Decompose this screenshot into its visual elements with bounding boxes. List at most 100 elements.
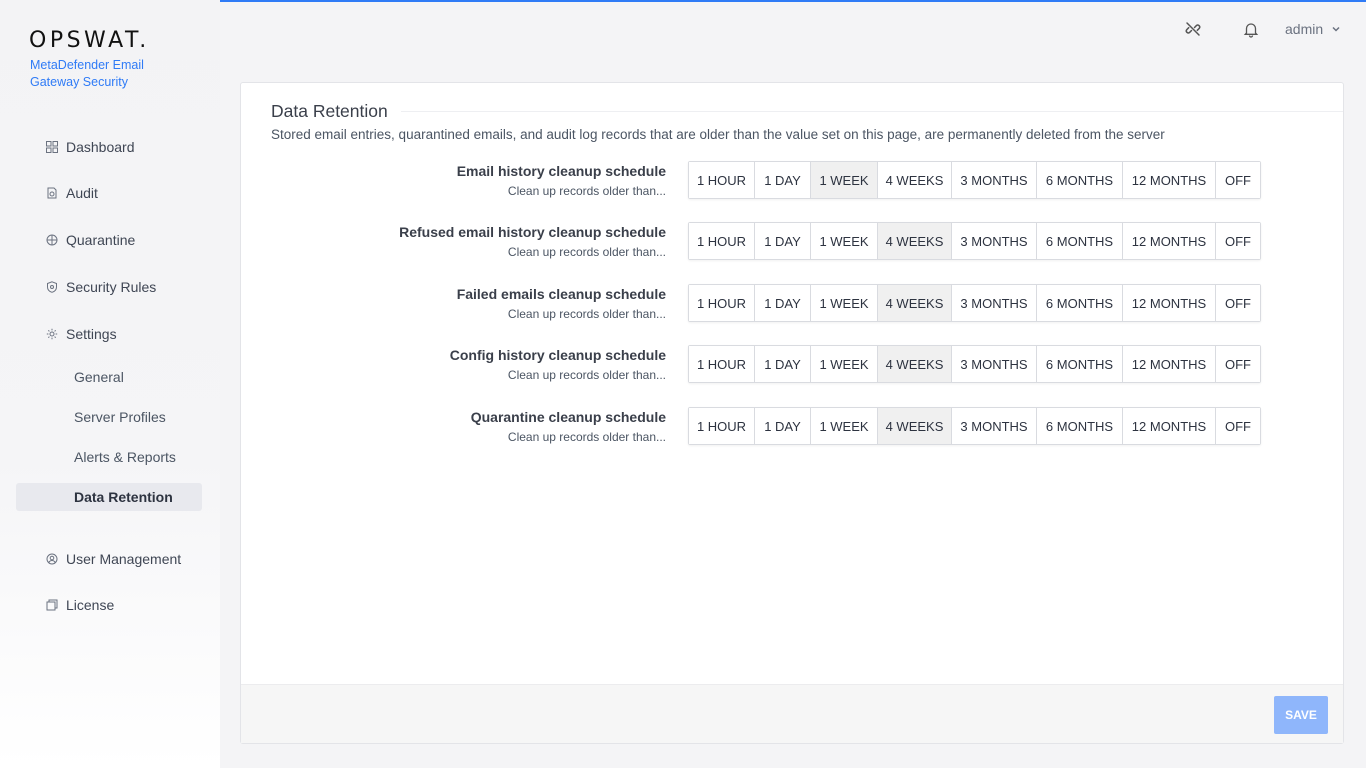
retention-option-1-hour[interactable]: 1 HOUR (689, 408, 755, 444)
row-sublabel: Clean up records older than... (507, 307, 666, 321)
retention-option-4-weeks[interactable]: 4 WEEKS (878, 162, 952, 198)
data-retention-card: Data Retention Stored email entries, qua… (240, 82, 1344, 744)
broken-link-icon[interactable] (1184, 20, 1202, 38)
row-sublabel: Clean up records older than... (507, 368, 666, 382)
retention-option-6-months[interactable]: 6 MONTHS (1037, 408, 1123, 444)
sidebar-item-label: Quarantine (66, 232, 136, 248)
retention-option-off[interactable]: OFF (1216, 408, 1260, 444)
sidebar-subitem-general[interactable]: General (74, 369, 124, 385)
sidebar-item-user-management[interactable]: User Management (46, 548, 181, 570)
retention-option-3-months[interactable]: 3 MONTHS (952, 408, 1037, 444)
retention-option-1-hour[interactable]: 1 HOUR (689, 162, 755, 198)
bell-icon[interactable] (1242, 20, 1260, 38)
retention-option-off[interactable]: OFF (1216, 162, 1260, 198)
retention-option-1-week[interactable]: 1 WEEK (811, 223, 878, 259)
user-menu[interactable]: admin (1285, 21, 1341, 37)
sidebar: OPSWAT. MetaDefender Email Gateway Secur… (0, 0, 220, 768)
sidebar-item-label: Audit (66, 185, 98, 201)
retention-segmented-control: 1 HOUR 1 DAY 1 WEEK 4 WEEKS 3 MONTHS 6 MONTHS… (688, 161, 1261, 199)
retention-segmented-control: 1 HOUR 1 DAY 1 WEEK 4 WEEKS 3 MONTHS 6 MONTHS… (688, 345, 1261, 383)
retention-option-1-day[interactable]: 1 DAY (755, 408, 811, 444)
row-label: Email history cleanup schedule (456, 163, 666, 179)
retention-option-1-day[interactable]: 1 DAY (755, 285, 811, 321)
sidebar-item-label: User Management (66, 551, 182, 567)
row-label: Quarantine cleanup schedule (470, 409, 666, 425)
sidebar-item-label: Security Rules (66, 279, 157, 295)
row-label: Refused email history cleanup schedule (399, 224, 666, 240)
cleanup-row: Quarantine cleanup schedule Clean up reco… (241, 407, 1345, 448)
retention-option-1-week[interactable]: 1 WEEK (811, 408, 878, 444)
retention-segmented-control: 1 HOUR 1 DAY 1 WEEK 4 WEEKS 3 MONTHS 6 MONTHS… (688, 407, 1261, 445)
retention-option-12-months[interactable]: 12 MONTHS (1123, 285, 1216, 321)
retention-option-1-day[interactable]: 1 DAY (755, 162, 811, 198)
retention-option-6-months[interactable]: 6 MONTHS (1037, 162, 1123, 198)
sidebar-item-dashboard[interactable]: Dashboard (46, 136, 135, 158)
retention-option-6-months[interactable]: 6 MONTHS (1037, 223, 1123, 259)
retention-option-12-months[interactable]: 12 MONTHS (1123, 223, 1216, 259)
retention-segmented-control: 1 HOUR 1 DAY 1 WEEK 4 WEEKS 3 MONTHS 6 MONTHS… (688, 284, 1261, 322)
card-footer: SAVE (241, 684, 1343, 743)
retention-option-1-hour[interactable]: 1 HOUR (689, 346, 755, 382)
sidebar-item-settings[interactable]: Settings (46, 323, 117, 345)
cleanup-row: Refused email history cleanup schedule Cl… (241, 222, 1345, 263)
retention-option-4-weeks[interactable]: 4 WEEKS (878, 346, 952, 382)
save-button[interactable]: SAVE (1274, 696, 1328, 734)
sidebar-item-label: Settings (66, 326, 117, 342)
shield-icon (46, 281, 58, 293)
user-circle-icon (46, 553, 58, 565)
dashboard-grid-icon (46, 141, 58, 153)
retention-option-off[interactable]: OFF (1216, 346, 1260, 382)
retention-option-3-months[interactable]: 3 MONTHS (952, 346, 1037, 382)
sidebar-item-security-rules[interactable]: Security Rules (46, 276, 156, 298)
retention-option-1-day[interactable]: 1 DAY (755, 223, 811, 259)
product-name: MetaDefender Email Gateway Security (30, 58, 144, 89)
sidebar-item-quarantine[interactable]: Quarantine (46, 229, 135, 251)
retention-option-1-hour[interactable]: 1 HOUR (689, 285, 755, 321)
user-name: admin (1285, 21, 1324, 37)
audit-icon (46, 187, 58, 199)
row-label: Failed emails cleanup schedule (456, 286, 666, 302)
retention-option-off[interactable]: OFF (1216, 223, 1260, 259)
retention-option-12-months[interactable]: 12 MONTHS (1123, 346, 1216, 382)
row-sublabel: Clean up records older than... (507, 184, 666, 198)
retention-option-3-months[interactable]: 3 MONTHS (952, 223, 1037, 259)
retention-option-3-months[interactable]: 3 MONTHS (952, 285, 1037, 321)
retention-option-1-hour[interactable]: 1 HOUR (689, 223, 755, 259)
retention-option-off[interactable]: OFF (1216, 285, 1260, 321)
page-title: Data Retention (271, 101, 388, 121)
sidebar-subitem-alerts-reports[interactable]: Alerts & Reports (74, 449, 176, 465)
page-description: Stored email entries, quarantined emails… (271, 127, 1165, 142)
sidebar-subitem-server-profiles[interactable]: Server Profiles (74, 409, 166, 425)
sidebar-item-label: Dashboard (66, 139, 135, 155)
retention-option-1-week[interactable]: 1 WEEK (811, 285, 878, 321)
top-accent-bar (30, 0, 1366, 2)
sidebar-item-audit[interactable]: Audit (46, 182, 98, 204)
sidebar-item-license[interactable]: License (46, 594, 114, 616)
retention-option-1-week[interactable]: 1 WEEK (811, 346, 878, 382)
row-sublabel: Clean up records older than... (507, 245, 666, 259)
retention-option-12-months[interactable]: 12 MONTHS (1123, 162, 1216, 198)
retention-option-12-months[interactable]: 12 MONTHS (1123, 408, 1216, 444)
retention-option-6-months[interactable]: 6 MONTHS (1037, 346, 1123, 382)
quarantine-icon (46, 234, 58, 246)
license-icon (46, 599, 58, 611)
sidebar-subitem-data-retention[interactable]: Data Retention (74, 489, 173, 505)
retention-option-1-day[interactable]: 1 DAY (755, 346, 811, 382)
row-label: Config history cleanup schedule (449, 347, 666, 363)
retention-option-4-weeks[interactable]: 4 WEEKS (878, 223, 952, 259)
sidebar-item-label: License (66, 597, 115, 613)
gear-icon (46, 328, 58, 340)
cleanup-row: Config history cleanup schedule Clean up … (241, 345, 1345, 386)
cleanup-row: Email history cleanup schedule Clean up r… (241, 161, 1345, 202)
retention-segmented-control: 1 HOUR 1 DAY 1 WEEK 4 WEEKS 3 MONTHS 6 MONTHS… (688, 222, 1261, 260)
opswat-logo: OPSWAT. (29, 28, 150, 53)
title-divider (401, 111, 1343, 112)
retention-option-3-months[interactable]: 3 MONTHS (952, 162, 1037, 198)
chevron-down-icon (1331, 21, 1341, 37)
cleanup-row: Failed emails cleanup schedule Clean up r… (241, 284, 1345, 325)
retention-option-6-months[interactable]: 6 MONTHS (1037, 285, 1123, 321)
retention-option-4-weeks[interactable]: 4 WEEKS (878, 285, 952, 321)
row-sublabel: Clean up records older than... (507, 430, 666, 444)
retention-option-4-weeks[interactable]: 4 WEEKS (878, 408, 952, 444)
retention-option-1-week[interactable]: 1 WEEK (811, 162, 878, 198)
